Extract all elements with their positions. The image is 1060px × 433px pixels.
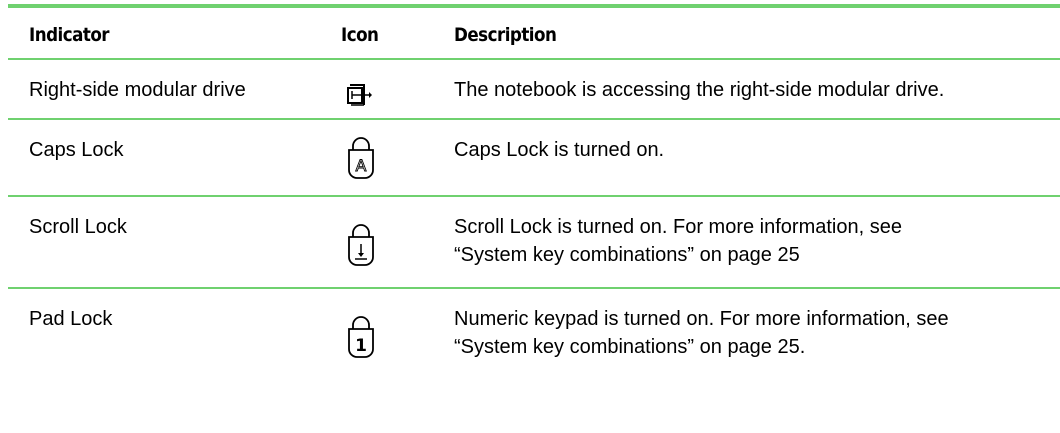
table-row: Scroll Lock Scroll Lock is turned on. Fo…: [8, 197, 1060, 289]
indicator-name: Right-side modular drive: [29, 79, 246, 101]
indicator-description: Numeric keypad is turned on. For more in…: [454, 305, 949, 361]
indicator-description: The notebook is accessing the right-side…: [454, 79, 945, 101]
header-indicator: Indicator: [29, 24, 110, 46]
indicator-name: Scroll Lock: [29, 216, 127, 238]
indicator-description: Caps Lock is turned on.: [454, 139, 665, 161]
indicator-description: Scroll Lock is turned on. For more infor…: [454, 213, 902, 269]
header-icon: Icon: [341, 24, 379, 46]
table-row: Pad Lock 1 Numeric keypad is turned on. …: [8, 289, 1060, 385]
description-line: “System key combinations” on page 25: [454, 244, 800, 266]
caps-lock-icon: A: [347, 136, 375, 180]
description-line: Numeric keypad is turned on. For more in…: [454, 308, 949, 330]
pad-lock-glyph: 1: [355, 336, 367, 356]
description-line: “System key combinations” on page 25.: [454, 336, 806, 358]
table-row: Caps Lock A Caps Lock is turned on.: [8, 120, 1060, 197]
caps-lock-glyph: A: [356, 156, 367, 175]
pad-lock-icon: 1: [347, 315, 375, 359]
header-description: Description: [454, 24, 557, 46]
indicator-name: Pad Lock: [29, 308, 113, 330]
scroll-lock-icon: [347, 223, 375, 267]
description-line: Scroll Lock is turned on. For more infor…: [454, 216, 902, 238]
modular-drive-icon: [346, 82, 372, 108]
table-header-row: Indicator Icon Description: [8, 4, 1060, 60]
indicator-name: Caps Lock: [29, 139, 124, 161]
table-row: Right-side modular drive The notebook is…: [8, 60, 1060, 120]
indicator-table: Indicator Icon Description Right-side mo…: [8, 0, 1060, 433]
